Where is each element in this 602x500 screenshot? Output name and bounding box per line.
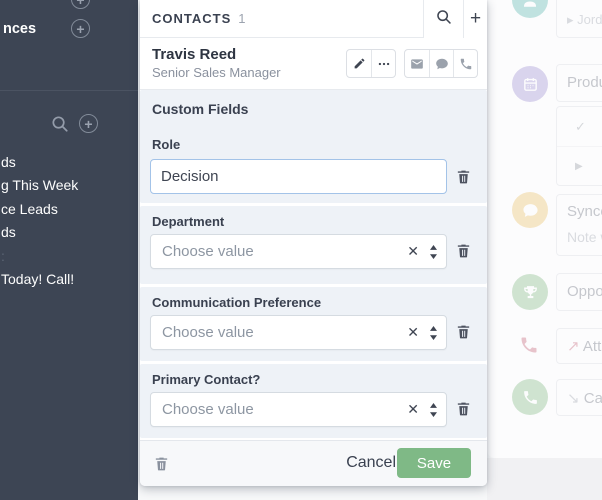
delete-field-icon[interactable] — [455, 323, 472, 341]
delete-field-icon[interactable] — [455, 242, 472, 260]
field-label-communication-preference: Communication Preference — [152, 295, 321, 310]
panel-header: CONTACTS 1 + — [140, 0, 487, 38]
contact-row: Travis Reed Senior Sales Manager — [140, 38, 487, 90]
field-label-department: Department — [152, 214, 224, 229]
feed-card-contact[interactable]: ▸ Jord — [556, 0, 602, 38]
delete-contact-icon[interactable] — [153, 455, 170, 473]
clear-icon[interactable]: ✕ — [407, 401, 419, 418]
sidebar-section-label[interactable]: nces — [3, 21, 36, 37]
contact-job-title: Senior Sales Manager — [152, 65, 281, 80]
sidebar-item-smartview[interactable]: g This Week — [0, 174, 138, 198]
feed-card-note[interactable]: Synce Note w — [556, 194, 602, 256]
communication-preference-select[interactable]: Choose value ✕ — [150, 315, 447, 350]
sidebar-item-smartview[interactable]: : — [0, 244, 138, 268]
field-label-primary-contact: Primary Contact? — [152, 372, 260, 387]
contact-activity-icon — [512, 0, 548, 18]
custom-fields-title: Custom Fields — [152, 101, 248, 117]
department-block: Department Choose value ✕ — [140, 206, 487, 284]
activity-feed: ▸ Jord Produ ✓ ▶ Sy — [487, 0, 602, 500]
cancel-button[interactable]: Cancel — [346, 454, 396, 472]
sidebar-item-smartview[interactable]: ds — [0, 221, 138, 245]
panel-title: CONTACTS — [152, 11, 231, 26]
sms-bubble-icon[interactable] — [429, 50, 453, 77]
search-icon — [435, 8, 452, 30]
contact-edit-group — [346, 49, 396, 78]
sort-arrows-icon[interactable] — [429, 245, 438, 259]
custom-fields-block: Custom Fields Role — [140, 90, 487, 203]
sidebar: + nces + + ds g This Week ce Leads ds : … — [0, 0, 138, 500]
play-icon[interactable]: ▶ — [575, 161, 583, 172]
arrow-down-right-icon: ↘ — [567, 390, 580, 407]
edit-pencil-icon[interactable] — [347, 50, 371, 77]
sort-arrows-icon[interactable] — [429, 403, 438, 417]
add-circle-icon[interactable]: + — [71, 19, 90, 38]
arrow-up-right-icon: ↗ — [567, 338, 580, 355]
sort-arrows-icon[interactable] — [429, 326, 438, 340]
missed-call-phone-icon — [519, 335, 539, 360]
trophy-icon — [512, 274, 548, 310]
feed-card-call-attempt[interactable]: ↗ Att — [556, 328, 602, 364]
contacts-panel: CONTACTS 1 + Travis Reed Senior Sales Ma… — [140, 0, 487, 486]
sidebar-item-smartview[interactable]: ds — [0, 150, 138, 174]
more-options-icon[interactable] — [371, 50, 395, 77]
clear-icon[interactable]: ✕ — [407, 324, 419, 341]
add-smartview-icon[interactable]: + — [79, 114, 98, 133]
search-contacts-button[interactable] — [423, 0, 463, 38]
search-icon[interactable] — [50, 114, 69, 133]
add-circle-icon[interactable]: + — [71, 0, 90, 9]
contact-name[interactable]: Travis Reed — [152, 46, 236, 63]
check-icon: ✓ — [575, 119, 586, 135]
primary-contact-select[interactable]: Choose value ✕ — [150, 392, 447, 427]
feed-content: ▸ Jord Produ ✓ ▶ Sy — [487, 0, 602, 500]
calendar-icon — [512, 66, 548, 102]
call-phone-icon — [512, 379, 548, 415]
email-icon[interactable] — [405, 50, 429, 77]
sidebar-item-smartview[interactable]: ce Leads — [0, 197, 138, 221]
feed-card-meeting[interactable]: Produ — [556, 64, 602, 102]
app-screen: + nces + + ds g This Week ce Leads ds : … — [0, 0, 602, 500]
sidebar-divider — [0, 90, 138, 91]
bullet-icon: ▸ — [567, 12, 574, 27]
sidebar-item-smartview[interactable]: Today! Call! — [0, 268, 138, 292]
clear-icon[interactable]: ✕ — [407, 243, 419, 260]
role-input[interactable] — [150, 159, 447, 194]
department-select[interactable]: Choose value ✕ — [150, 234, 447, 269]
primary-contact-block: Primary Contact? Choose value ✕ — [140, 364, 487, 438]
save-button[interactable]: Save — [397, 448, 471, 478]
communication-preference-block: Communication Preference Choose value ✕ — [140, 287, 487, 361]
panel-footer: Cancel Save — [140, 440, 487, 486]
contacts-count: 1 — [238, 11, 245, 26]
delete-field-icon[interactable] — [455, 400, 472, 418]
phone-icon[interactable] — [453, 50, 477, 77]
add-contact-button[interactable]: + — [463, 0, 487, 38]
feed-card-opportunity[interactable]: Oppor — [556, 273, 602, 311]
feed-card-call[interactable]: ↘ Ca — [556, 379, 602, 416]
delete-field-icon[interactable] — [455, 168, 472, 186]
contact-communication-group — [404, 49, 478, 78]
note-bubble-icon — [512, 192, 548, 228]
field-label-role: Role — [152, 137, 180, 152]
feed-card-meeting-detail[interactable]: ✓ ▶ — [556, 106, 602, 186]
